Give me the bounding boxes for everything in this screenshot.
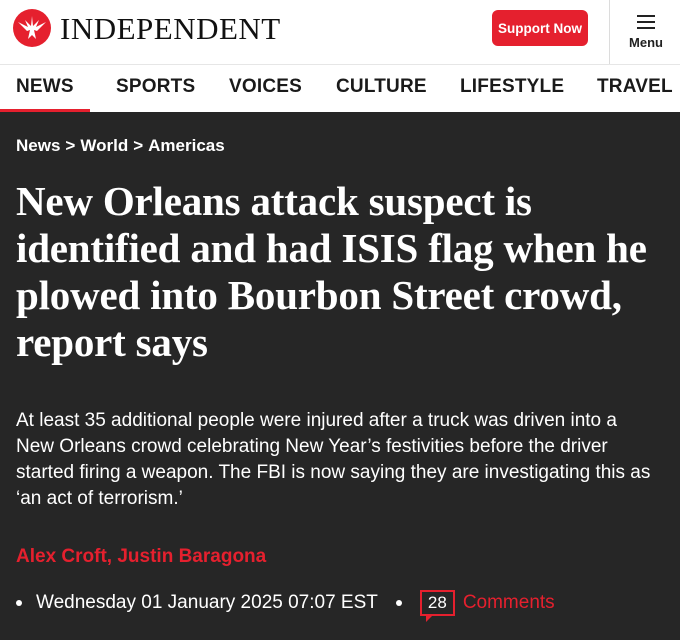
nav-item-culture[interactable]: CULTURE [336, 76, 427, 98]
site-logo[interactable]: INDEPENDENT [12, 8, 281, 48]
comment-count-badge[interactable]: 28 [419, 590, 455, 622]
article-headline: New Orleans attack suspect is identified… [16, 178, 647, 365]
breadcrumb-americas[interactable]: Americas [148, 136, 225, 155]
article-header: News > World > Americas New Orleans attack s… [0, 112, 680, 640]
breadcrumb-separator: > [133, 136, 144, 155]
bullet-icon [395, 600, 402, 606]
breadcrumb-news[interactable]: News [16, 136, 60, 155]
site-header: INDEPENDENT Support Now Menu [0, 0, 680, 64]
breadcrumb: News > World > Americas [16, 136, 225, 156]
menu-button[interactable]: Menu [612, 0, 680, 64]
author-link[interactable]: Alex Croft [16, 546, 107, 567]
nav-item-sports[interactable]: SPORTS [116, 76, 195, 98]
publish-date: Wednesday 01 January 2025 07:07 EST [36, 592, 378, 613]
header-divider [609, 0, 610, 64]
eagle-logo-icon [13, 9, 51, 47]
author-separator: , [106, 546, 113, 567]
nav-item-travel[interactable]: TRAVEL [597, 76, 673, 98]
support-now-button[interactable]: Support Now [492, 10, 588, 46]
breadcrumb-world[interactable]: World [80, 136, 128, 155]
menu-label: Menu [629, 34, 663, 50]
nav-item-lifestyle[interactable]: LIFESTYLE [460, 76, 564, 98]
byline: Alex Croft, Justin Baragona [16, 546, 266, 568]
article-standfirst: At least 35 additional people were injur… [16, 410, 651, 509]
logo-wordmark: INDEPENDENT [60, 10, 281, 46]
comments-link[interactable]: Comments [463, 592, 555, 614]
nav-item-news[interactable]: NEWS [16, 76, 74, 98]
article-meta: Wednesday 01 January 2025 07:07 EST 28 C… [16, 588, 555, 622]
breadcrumb-separator: > [65, 136, 76, 155]
author-link[interactable]: Justin Baragona [117, 546, 266, 567]
bullet-icon [16, 600, 22, 606]
hamburger-icon [637, 14, 655, 29]
section-nav: NEWS SPORTS VOICES CULTURE LIFESTYLE TRA… [0, 64, 680, 113]
nav-item-voices[interactable]: VOICES [229, 76, 302, 98]
